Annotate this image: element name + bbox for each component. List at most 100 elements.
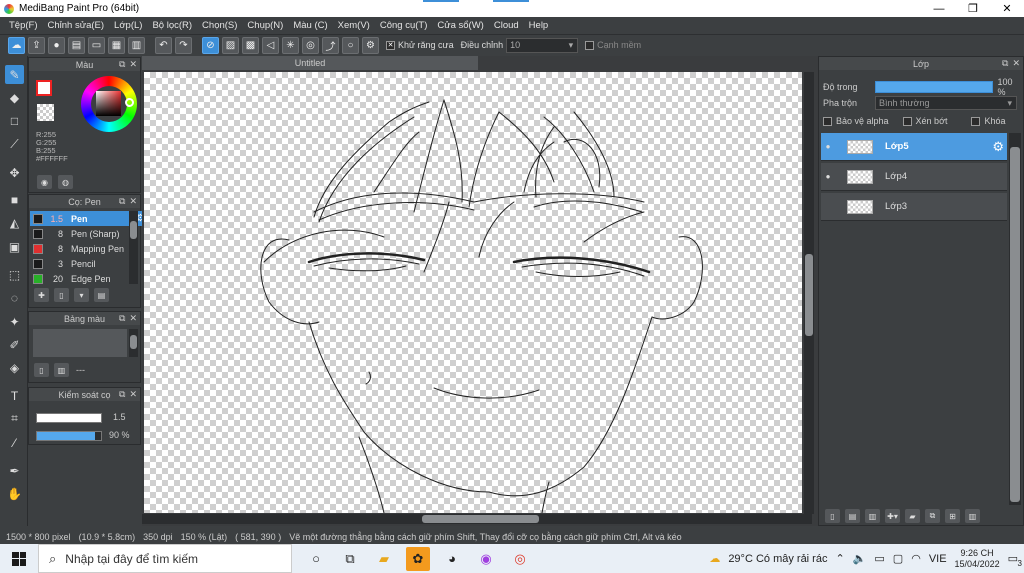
antialias-checkbox[interactable]: ✕ Khử răng cưa [386, 40, 454, 50]
minimize-button[interactable]: — [922, 0, 956, 17]
snap-radial-icon[interactable]: ✳ [282, 36, 299, 54]
brush-scrollbar[interactable] [129, 211, 138, 284]
undock-icon[interactable]: ⧉ [119, 195, 125, 208]
weather-text[interactable]: 29°C Có mây rải rác [728, 553, 827, 565]
scroll-thumb[interactable] [422, 515, 539, 523]
trash-icon[interactable]: ▥ [965, 509, 980, 523]
drawing-canvas[interactable] [144, 72, 802, 513]
clock[interactable]: 9:26 CH 15/04/2022 [955, 548, 1000, 570]
brush-tool-icon[interactable]: ⟋ [5, 135, 24, 154]
close-icon[interactable]: ✕ [1012, 57, 1020, 70]
layer-item[interactable]: ● Lớp5 ⚙ [821, 133, 1007, 161]
upload-icon[interactable]: ⇪ [28, 36, 45, 54]
maximize-button[interactable]: ❐ [956, 0, 990, 17]
document-icon[interactable]: ▭ [88, 36, 105, 54]
brush-info-icon[interactable]: ▤ [94, 288, 109, 302]
undock-icon[interactable]: ⧉ [1002, 57, 1008, 70]
menu-help[interactable]: Help [524, 20, 554, 31]
menu-edit[interactable]: Chỉnh sửa(E) [43, 20, 110, 31]
chrome-icon[interactable]: ◎ [508, 547, 532, 571]
comment-icon[interactable]: ● [48, 36, 65, 54]
hue-knob[interactable] [125, 98, 134, 107]
menu-color[interactable]: Màu (C) [288, 20, 332, 31]
menu-cloud[interactable]: Cloud [489, 20, 524, 31]
close-icon[interactable]: ✕ [129, 312, 137, 325]
file-explorer-icon[interactable]: ▰ [372, 547, 396, 571]
new-brush-icon[interactable]: ▯ [54, 288, 69, 302]
text-tool-icon[interactable]: T [5, 386, 24, 405]
task-view-icon[interactable]: ⧉ [338, 547, 362, 571]
select-eraser-icon[interactable]: ◈ [5, 358, 24, 377]
cloud-icon[interactable]: ☁ [8, 36, 25, 54]
chat-icon[interactable]: ▤ [68, 36, 85, 54]
medibang-icon[interactable]: ✿ [406, 546, 430, 571]
new-palette-icon[interactable]: ▯ [34, 363, 49, 377]
snap-parallel-icon[interactable]: ▨ [222, 36, 239, 54]
scroll-thumb[interactable] [1010, 147, 1020, 502]
pen-tool-icon[interactable]: ✎ [5, 65, 24, 84]
app-icon[interactable]: ◕ [440, 547, 464, 571]
snap-circle-icon[interactable]: ◎ [302, 36, 319, 54]
magic-wand-icon[interactable]: ✦ [5, 312, 24, 331]
language-indicator[interactable]: VIE [929, 553, 947, 565]
close-button[interactable]: ✕ [990, 0, 1024, 17]
gear-icon[interactable]: ⚙ [992, 139, 1004, 155]
menu-view[interactable]: Xem(V) [333, 20, 375, 31]
snap-curve-icon[interactable]: ⤴ [322, 36, 339, 54]
fill-rect-tool-icon[interactable]: ■ [5, 190, 24, 209]
scroll-thumb[interactable] [130, 335, 137, 349]
menu-window[interactable]: Cửa sổ(W) [432, 20, 488, 31]
layer-item[interactable]: Lớp3 [821, 193, 1007, 221]
foreground-color-swatch[interactable] [36, 80, 52, 96]
palette-swatch-area[interactable] [33, 329, 127, 357]
battery-icon[interactable]: ▢ [893, 552, 903, 565]
new-8bit-layer-icon[interactable]: ▥ [865, 509, 880, 523]
network-icon[interactable]: ▭ [874, 552, 884, 565]
menu-snap[interactable]: Chụp(N) [242, 20, 288, 31]
palette-scrollbar[interactable] [129, 329, 138, 357]
chevron-up-icon[interactable]: ⌃ [835, 552, 844, 565]
grid-icon[interactable]: ▥ [128, 36, 145, 54]
protect-alpha-checkbox[interactable] [823, 116, 832, 126]
layer-scrollbar[interactable] [1009, 133, 1021, 505]
close-icon[interactable]: ✕ [129, 388, 137, 401]
select-pen-icon[interactable]: ✐ [5, 335, 24, 354]
merge-layer-icon[interactable]: ⊞ [945, 509, 960, 523]
eye-icon[interactable]: ● [821, 142, 835, 151]
add-brush-icon[interactable]: ✚ [34, 288, 49, 302]
layout-icon[interactable]: ▦ [108, 36, 125, 54]
select-tool-icon[interactable]: ⬚ [5, 265, 24, 284]
color-mode-icon[interactable]: ◍ [58, 175, 73, 189]
menu-tools[interactable]: Công cụ(T) [375, 20, 433, 31]
palette-icon[interactable]: ◉ [37, 175, 52, 189]
snap-ellipse-icon[interactable]: ○ [342, 36, 359, 54]
blend-mode-select[interactable]: Bình thường ▾ [875, 96, 1017, 110]
move-tool-icon[interactable]: ✥ [5, 163, 24, 182]
settings-icon[interactable]: ⚙ [362, 36, 379, 54]
snap-cross-icon[interactable]: ▩ [242, 36, 259, 54]
snap-vanish-icon[interactable]: ◁ [262, 36, 279, 54]
lasso-tool-icon[interactable]: ◌ [5, 288, 24, 307]
wifi-icon[interactable]: ◠ [911, 552, 921, 565]
notification-icon[interactable]: ▭ 3 [1008, 552, 1022, 568]
duplicate-layer-icon[interactable]: ⧉ [925, 509, 940, 523]
canvas-tab[interactable]: Untitled [142, 56, 478, 70]
background-color-swatch[interactable] [37, 104, 54, 121]
undock-icon[interactable]: ⧉ [119, 58, 125, 71]
rectangle-tool-icon[interactable]: □ [5, 111, 24, 130]
eraser-tool-icon[interactable]: ◆ [5, 88, 24, 107]
undock-icon[interactable]: ⧉ [119, 388, 125, 401]
close-icon[interactable]: ✕ [129, 58, 137, 71]
brush-opacity-slider[interactable] [36, 431, 102, 441]
edge-checkbox[interactable]: Cạnh mềm [585, 40, 641, 50]
clipping-checkbox[interactable] [902, 116, 912, 126]
menu-layer[interactable]: Lớp(L) [109, 20, 147, 31]
eye-icon[interactable]: ● [821, 172, 835, 181]
gradient-tool-icon[interactable]: ▣ [5, 237, 24, 256]
saturation-square[interactable] [96, 91, 121, 116]
redo-icon[interactable]: ↷ [175, 36, 192, 54]
brush-menu-icon[interactable]: ▾ [74, 288, 89, 302]
start-button[interactable] [0, 544, 38, 573]
divide-tool-icon[interactable]: ⌗ [5, 409, 24, 428]
bucket-tool-icon[interactable]: ◭ [5, 213, 24, 232]
